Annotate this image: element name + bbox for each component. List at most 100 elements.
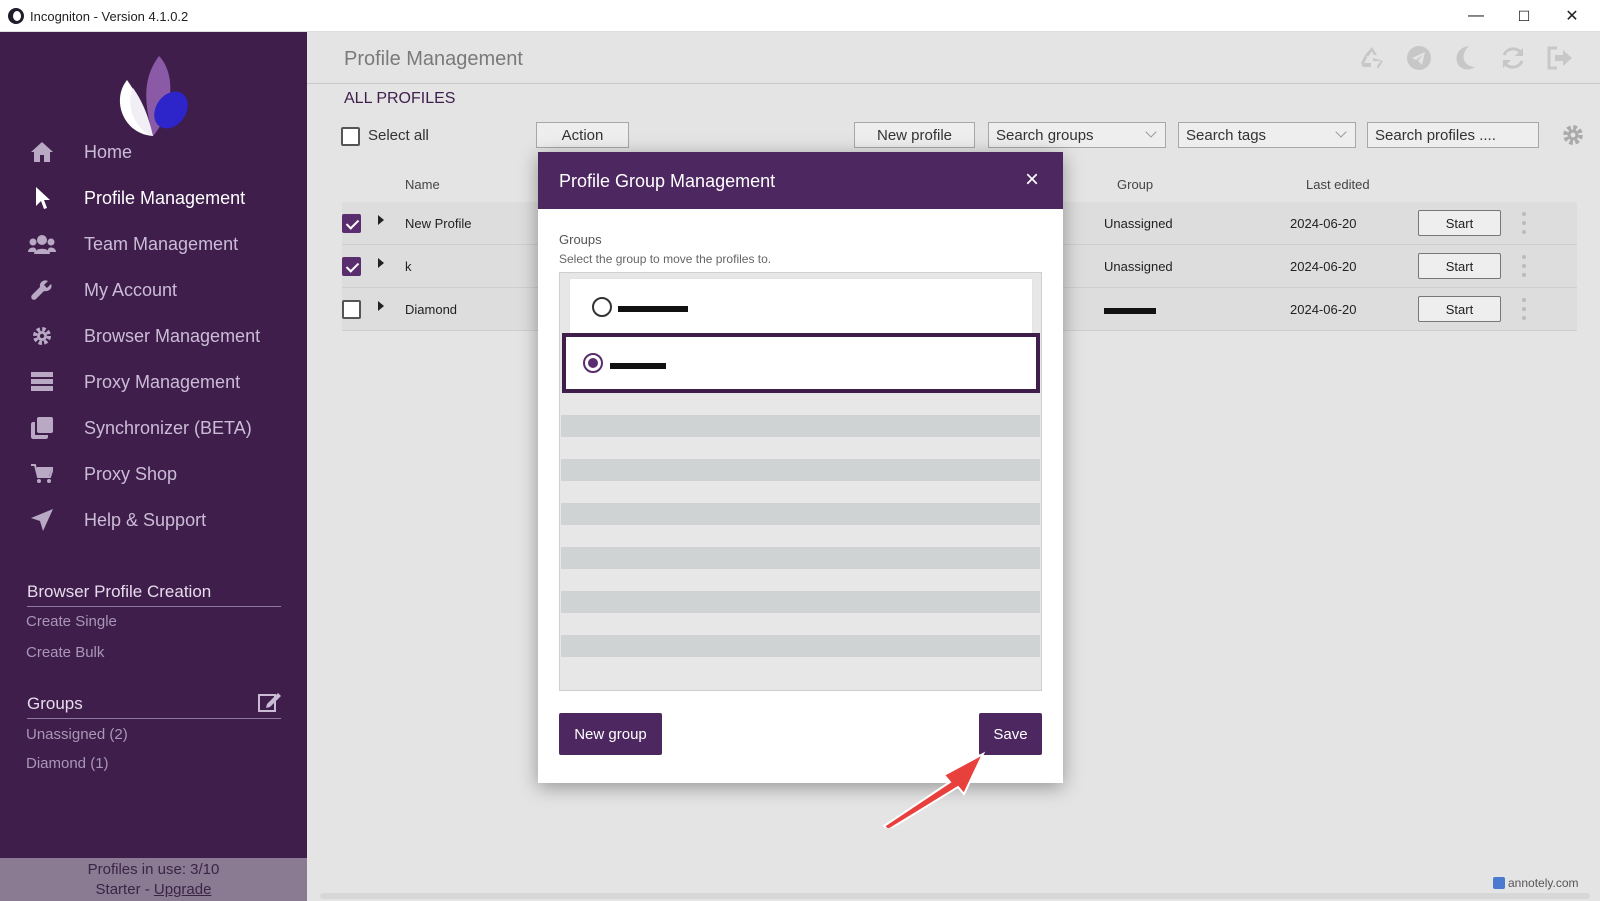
search-tags-select[interactable]: Search tags [1178, 122, 1356, 148]
group-option-label-redacted [618, 300, 688, 315]
telegram-icon[interactable] [1405, 44, 1433, 72]
row-checkbox[interactable] [342, 300, 361, 319]
divider [27, 718, 281, 719]
horizontal-scrollbar[interactable] [320, 893, 1590, 899]
cursor-icon [28, 184, 56, 212]
usage-panel: Profiles in use: 3/10 Starter - Upgrade [0, 858, 307, 901]
sidebar-item-proxy-management[interactable]: Proxy Management [0, 362, 307, 402]
cart-icon [28, 460, 56, 488]
sidebar-item-label: Help & Support [84, 509, 207, 530]
expand-arrow-icon[interactable] [378, 301, 384, 311]
row-checkbox[interactable] [342, 214, 361, 233]
sidebar-item-label: Proxy Shop [84, 463, 178, 484]
profiles-in-use-text: Profiles in use: 3/10 [87, 861, 220, 878]
sidebar-item-label: Home [84, 141, 133, 162]
maximize-button[interactable]: ☐ [1500, 0, 1548, 32]
group-option-diamond[interactable] [562, 333, 1040, 393]
minimize-button[interactable]: — [1452, 0, 1500, 32]
team-icon [28, 230, 56, 258]
radio-button[interactable] [592, 297, 612, 317]
sidebar-item-team-management[interactable]: Team Management [0, 224, 307, 264]
profile-name: New Profile [405, 216, 472, 231]
expand-arrow-icon[interactable] [378, 258, 384, 268]
upgrade-link[interactable]: Upgrade [154, 881, 212, 898]
sidebar-item-synchronizer[interactable]: Synchronizer (BETA) [0, 408, 307, 448]
empty-row [561, 503, 1040, 525]
page-header: Profile Management [307, 32, 1600, 84]
profile-group: Unassigned [1104, 216, 1173, 231]
start-button[interactable]: Start [1418, 210, 1501, 236]
new-group-button[interactable]: New group [559, 713, 662, 755]
search-groups-text: Search groups [996, 126, 1094, 144]
refresh-icon[interactable] [1499, 44, 1527, 72]
copy-icon [28, 414, 56, 442]
gear-icon [28, 322, 56, 350]
column-header-name[interactable]: Name [405, 177, 440, 192]
search-groups-select[interactable]: Search groups [988, 122, 1166, 148]
row-checkbox[interactable] [342, 257, 361, 276]
sidebar-item-help-support[interactable]: Help & Support [0, 500, 307, 540]
app-logo-icon [8, 8, 24, 24]
page-title: Profile Management [344, 48, 523, 70]
sidebar-item-profile-management[interactable]: Profile Management [0, 178, 307, 218]
empty-row [561, 635, 1040, 657]
expand-arrow-icon[interactable] [378, 215, 384, 225]
more-options-icon[interactable] [1521, 298, 1527, 320]
sidebar-item-browser-management[interactable]: Browser Management [0, 316, 307, 356]
more-options-icon[interactable] [1521, 212, 1527, 234]
action-button[interactable]: Action [536, 122, 629, 148]
select-all-checkbox[interactable] [341, 127, 360, 146]
start-button[interactable]: Start [1418, 253, 1501, 279]
group-link-diamond[interactable]: Diamond (1) [26, 755, 109, 772]
column-header-group[interactable]: Group [1117, 177, 1153, 192]
send-icon [28, 506, 56, 534]
incogniton-logo-icon [119, 56, 188, 136]
group-option-unassigned[interactable] [569, 278, 1033, 334]
sidebar-item-proxy-shop[interactable]: Proxy Shop [0, 454, 307, 494]
radio-button-selected[interactable] [583, 353, 603, 373]
annotation-arrow-icon [882, 751, 986, 828]
dialog-title: Profile Group Management [559, 171, 776, 191]
profile-group-redacted [1104, 302, 1156, 317]
wrench-icon [28, 276, 56, 304]
close-window-button[interactable]: ✕ [1548, 0, 1596, 32]
profile-group: Unassigned [1104, 259, 1173, 274]
sidebar-item-home[interactable]: Home [0, 132, 307, 172]
empty-row [561, 591, 1040, 613]
group-link-unassigned[interactable]: Unassigned (2) [26, 726, 128, 743]
title-bar: Incogniton - Version 4.1.0.2 — ☐ ✕ [0, 0, 1600, 32]
start-button[interactable]: Start [1418, 296, 1501, 322]
logout-icon[interactable] [1546, 44, 1574, 72]
group-option-label-redacted [610, 357, 666, 372]
search-profiles-placeholder: Search profiles .... [1375, 126, 1496, 144]
chevron-down-icon [1145, 126, 1157, 138]
dark-mode-icon[interactable] [1452, 44, 1480, 72]
groups-label: Groups [559, 232, 602, 247]
app-window: Incogniton - Version 4.1.0.2 — ☐ ✕ Home … [0, 0, 1600, 901]
profile-group-management-dialog: Profile Group Management × Groups Select… [538, 152, 1063, 783]
close-icon[interactable]: × [1018, 166, 1046, 194]
more-options-icon[interactable] [1521, 255, 1527, 277]
create-bulk-link[interactable]: Create Bulk [26, 644, 104, 661]
search-profiles-input[interactable]: Search profiles .... [1367, 122, 1539, 148]
edit-groups-icon[interactable] [258, 691, 282, 713]
column-header-last-edited[interactable]: Last edited [1306, 177, 1370, 192]
new-profile-button[interactable]: New profile [854, 122, 975, 148]
profile-date: 2024-06-20 [1290, 216, 1357, 231]
annotely-watermark: annotely.com [1493, 876, 1578, 890]
all-profiles-heading: ALL PROFILES [344, 90, 456, 107]
profile-date: 2024-06-20 [1290, 259, 1357, 274]
group-list [559, 272, 1042, 691]
sidebar-item-my-account[interactable]: My Account [0, 270, 307, 310]
profile-name: Diamond [405, 302, 458, 317]
recycle-icon[interactable] [1358, 44, 1386, 72]
profile-name: k [405, 259, 412, 274]
chevron-down-icon [1335, 126, 1347, 138]
sidebar: Home Profile Management Team Management … [0, 32, 307, 901]
sidebar-item-label: Synchronizer (BETA) [84, 417, 252, 438]
browser-profile-creation-heading: Browser Profile Creation [27, 582, 212, 601]
create-single-link[interactable]: Create Single [26, 613, 117, 630]
window-title: Incogniton - Version 4.1.0.2 [30, 9, 189, 24]
settings-gear-icon[interactable] [1561, 123, 1585, 152]
divider [27, 606, 281, 607]
